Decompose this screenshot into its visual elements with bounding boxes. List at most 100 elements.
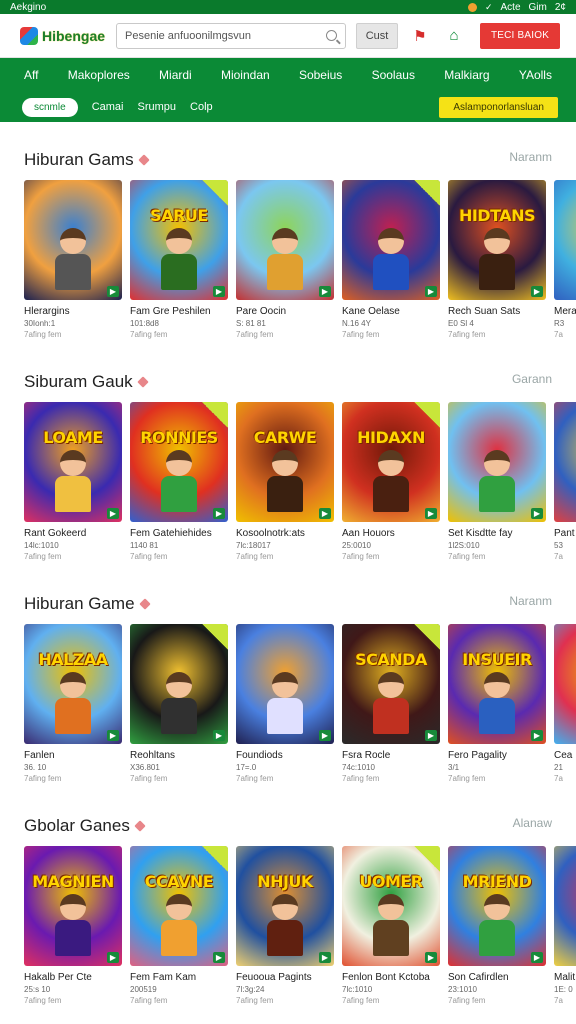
- nav-sub-item[interactable]: Srumpu: [137, 101, 176, 113]
- game-thumbnail[interactable]: MAGNIEN ▶: [24, 846, 122, 966]
- nav-item[interactable]: Miardi: [159, 68, 192, 82]
- game-thumbnail[interactable]: ▶: [236, 180, 334, 300]
- character-head: [272, 894, 298, 920]
- search-input[interactable]: Pesenie anfuoonilmgsvun: [116, 22, 346, 49]
- section-title[interactable]: Hiburan Game: [24, 594, 151, 614]
- game-card[interactable]: ▶ Pant 53 7a: [554, 402, 576, 561]
- cta-button[interactable]: TECI BAIOK: [480, 22, 560, 49]
- game-thumbnail[interactable]: HALZAA ▶: [24, 624, 122, 744]
- game-card[interactable]: MRIEND ▶ Son Cafirdlen 23:1010 7afing fem: [448, 846, 546, 1005]
- game-card[interactable]: NHJUK ▶ Feuooua Pagints 7l:3g:24 7afing fem: [236, 846, 334, 1005]
- game-thumbnail[interactable]: CARWE ▶: [236, 402, 334, 522]
- play-badge-icon: ▶: [424, 286, 437, 297]
- game-section: Hiburan Game Naranm HALZAA ▶ Fanlen 36. 10 7af…: [0, 586, 576, 808]
- game-thumbnail[interactable]: ▶: [448, 402, 546, 522]
- game-card[interactable]: UOMER ▶ Fenlon Bont Kctoba 7lc:1010 7afing f…: [342, 846, 440, 1005]
- section-title[interactable]: Hiburan Gams: [24, 150, 150, 170]
- game-card[interactable]: INSUEIR ▶ Fero Pagality 3/1 7afing fem: [448, 624, 546, 783]
- game-card-meta: 7lc:18017: [236, 541, 271, 550]
- game-card[interactable]: ▶ Reohltans X36.801 7afing fem: [130, 624, 228, 783]
- game-thumbnail[interactable]: ▶: [130, 624, 228, 744]
- search-icon[interactable]: [326, 30, 337, 41]
- game-card[interactable]: RONNIES ▶ Fem Gatehiehides 1140 81 7afing fe…: [130, 402, 228, 561]
- game-thumbnail[interactable]: ▶: [554, 624, 576, 744]
- game-thumbnail[interactable]: ▶: [236, 624, 334, 744]
- character-figure: [371, 450, 411, 512]
- game-thumbnail[interactable]: HIDTANS ▶: [448, 180, 546, 300]
- home-icon[interactable]: ⌂: [442, 24, 466, 48]
- game-thumbnail[interactable]: INSUEIR ▶: [448, 624, 546, 744]
- game-card-row: MAGNIEN ▶ Hakalb Per Cte 25:s 10 7afing fem C…: [0, 846, 576, 1005]
- game-card-meta: N.16 4Y: [342, 319, 371, 328]
- game-card-title: Fem Fam Kam: [130, 972, 197, 983]
- game-thumbnail[interactable]: CCAVNE ▶: [130, 846, 228, 966]
- game-thumbnail[interactable]: ▶: [554, 402, 576, 522]
- promo-button[interactable]: Aslamponorlansluan: [439, 96, 558, 118]
- game-thumbnail[interactable]: UOMER ▶: [342, 846, 440, 966]
- game-thumbnail[interactable]: ▶: [342, 180, 440, 300]
- game-thumbnail[interactable]: NHJUK ▶: [236, 846, 334, 966]
- game-card[interactable]: LOAME ▶ Rant Gokeerd 14lc:1010 7afing fem: [24, 402, 122, 561]
- nav-sub-item[interactable]: Colp: [190, 101, 213, 113]
- character-body: [479, 476, 515, 512]
- cust-button[interactable]: Cust: [356, 22, 398, 49]
- game-card-meta: 30Ionh:1: [24, 319, 56, 328]
- game-card[interactable]: CARWE ▶ Kosoolnotrk:ats 7lc:18017 7afing fem: [236, 402, 334, 561]
- game-card[interactable]: SARUE ▶ Fam Gre Peshilen 101:8d8 7afing fem: [130, 180, 228, 339]
- corner-ribbon-icon: [202, 624, 228, 650]
- game-thumbnail[interactable]: SCANDA ▶: [342, 624, 440, 744]
- section-title[interactable]: Gbolar Ganes: [24, 816, 146, 836]
- game-card-meta: 1E: 0: [554, 985, 573, 994]
- play-badge-icon: ▶: [212, 730, 225, 741]
- game-card[interactable]: ▶ Mera R3 7a: [554, 180, 576, 339]
- section-more-link[interactable]: Garann: [512, 372, 552, 386]
- nav-item[interactable]: YAolls: [519, 68, 552, 82]
- game-thumbnail[interactable]: LOAME ▶: [24, 402, 122, 522]
- game-card-title: Reohltans: [130, 750, 176, 761]
- character-body: [479, 254, 515, 290]
- logo[interactable]: Hibengae: [20, 26, 106, 45]
- game-card[interactable]: HALZAA ▶ Fanlen 36. 10 7afing fem: [24, 624, 122, 783]
- game-card[interactable]: ▶ Set Kisdtte fay 1l2S:010 7afing fem: [448, 402, 546, 561]
- game-card[interactable]: CCAVNE ▶ Fem Fam Kam 200519 7afing fem: [130, 846, 228, 1005]
- game-card[interactable]: ▶ Cea 21 7a: [554, 624, 576, 783]
- game-card[interactable]: ▶ Malit 1E: 0 7a: [554, 846, 576, 1005]
- game-logo-text: LOAME: [43, 428, 103, 447]
- game-card-title: Rech Suan Sats: [448, 306, 521, 317]
- nav-item[interactable]: Mioindan: [221, 68, 270, 82]
- nav-item[interactable]: Aff: [24, 68, 38, 82]
- filter-pill-active[interactable]: scnmle: [22, 97, 78, 117]
- game-card[interactable]: MAGNIEN ▶ Hakalb Per Cte 25:s 10 7afing fem: [24, 846, 122, 1005]
- section-more-link[interactable]: Naranm: [509, 150, 552, 164]
- section-more-link[interactable]: Alanaw: [513, 816, 552, 830]
- game-card[interactable]: ▶ Pare Oocin S: 81 81 7afing fem: [236, 180, 334, 339]
- nav-item[interactable]: Malkiarg: [444, 68, 489, 82]
- character-figure: [159, 450, 199, 512]
- game-card[interactable]: HIDAXN ▶ Aan Houors 25:0010 7afing fem: [342, 402, 440, 561]
- section-title[interactable]: Siburam Gauk: [24, 372, 149, 392]
- play-badge-icon: ▶: [318, 730, 331, 741]
- nav-item[interactable]: Soolaus: [372, 68, 415, 82]
- game-thumbnail[interactable]: ▶: [554, 846, 576, 966]
- game-thumbnail[interactable]: HIDAXN ▶: [342, 402, 440, 522]
- gift-icon[interactable]: ⚑: [408, 24, 432, 48]
- game-card[interactable]: HIDTANS ▶ Rech Suan Sats E0 Sl 4 7afing fem: [448, 180, 546, 339]
- game-thumbnail[interactable]: ▶: [24, 180, 122, 300]
- nav-item[interactable]: Makoplores: [68, 68, 130, 82]
- character-head: [272, 228, 298, 254]
- nav-sub-item[interactable]: Camai: [92, 101, 124, 113]
- status-right-text-2: Gim: [528, 1, 547, 13]
- section-more-link[interactable]: Naranm: [509, 594, 552, 608]
- game-logo-text: MAGNIEN: [32, 872, 114, 891]
- game-thumbnail[interactable]: MRIEND ▶: [448, 846, 546, 966]
- play-badge-icon: ▶: [424, 730, 437, 741]
- game-thumbnail[interactable]: ▶: [554, 180, 576, 300]
- status-right-group: ✓ Acte Gim 2¢: [467, 1, 566, 13]
- game-card[interactable]: ▶ Foundiods 17=.0 7afing fem: [236, 624, 334, 783]
- game-card[interactable]: SCANDA ▶ Fsra Rocle 74c:1010 7afing fem: [342, 624, 440, 783]
- game-card[interactable]: ▶ Hlerargins 30Ionh:1 7afing fem: [24, 180, 122, 339]
- game-thumbnail[interactable]: RONNIES ▶: [130, 402, 228, 522]
- nav-item[interactable]: Sobeius: [299, 68, 342, 82]
- game-thumbnail[interactable]: SARUE ▶: [130, 180, 228, 300]
- game-card[interactable]: ▶ Kane Oelase N.16 4Y 7afing fem: [342, 180, 440, 339]
